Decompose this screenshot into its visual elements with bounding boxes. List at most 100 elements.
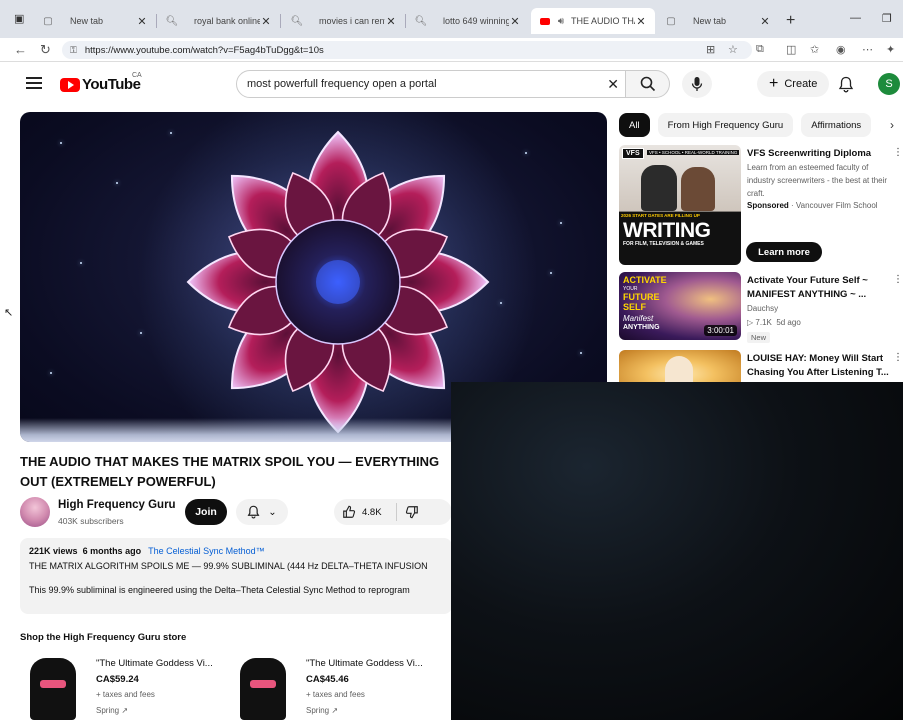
more-vert-icon[interactable]: ⋮ — [893, 274, 903, 285]
recommendation-item[interactable]: ACTIVATE YOUR FUTURE SELF Manifest ANYTH… — [619, 272, 903, 343]
advertiser-name: Vancouver Film School — [795, 201, 878, 210]
product-store[interactable]: Spring ↗ — [96, 706, 128, 715]
chip-affirmations[interactable]: Affirmations — [801, 113, 872, 137]
star — [60, 142, 62, 144]
overlay-dark-window[interactable] — [451, 382, 903, 720]
close-icon[interactable]: ✕ — [260, 15, 272, 28]
more-vert-icon[interactable]: ⋮ — [893, 147, 903, 158]
subscription-bell-button[interactable]: ⌄ — [236, 499, 288, 525]
like-count[interactable]: 4.8K — [362, 507, 382, 518]
chip-all[interactable]: All — [619, 113, 650, 137]
learn-more-button[interactable]: Learn more — [746, 242, 822, 262]
restore-icon[interactable]: ❐ — [882, 12, 892, 25]
split-screen-icon[interactable]: ◫ — [786, 43, 796, 56]
voice-search-button[interactable] — [682, 70, 712, 98]
url-text: https://www.youtube.com/watch?v=F5ag4bTu… — [84, 44, 324, 56]
more-options-icon[interactable]: ⋯ — [862, 43, 873, 56]
recommendation-item[interactable]: LOUISE HAY: Money Will Start Chasing You… — [619, 350, 903, 382]
tab-label: royal bank online banking — [194, 16, 260, 26]
speaker-icon[interactable]: 🔊︎ — [555, 15, 567, 27]
notifications-bell-icon[interactable] — [838, 76, 854, 93]
profile-icon[interactable]: ◉ — [836, 43, 846, 56]
product-image[interactable] — [20, 654, 84, 720]
tab-label: movies i can rent that — [319, 16, 385, 26]
filter-chips: All From High Frequency Guru Affirmation… — [619, 113, 872, 137]
external-link-icon: ↗ — [121, 706, 129, 715]
browser-tab-4[interactable]: 🔍︎ lotto 649 winning num ✕ — [407, 8, 529, 34]
store-name: Spring — [306, 706, 330, 715]
tab-separator — [156, 14, 157, 28]
thumbs-down-icon[interactable] — [405, 505, 419, 519]
ad-description: Learn from an esteemed faculty of indust… — [747, 163, 888, 198]
install-app-icon[interactable]: ⊞ — [706, 43, 715, 56]
new-tab-plus-icon[interactable]: + — [786, 12, 795, 30]
video-thumbnail[interactable]: ACTIVATE YOUR FUTURE SELF Manifest ANYTH… — [619, 272, 741, 340]
search-query: most powerfull frequency open a portal — [247, 78, 437, 90]
browser-tab-1[interactable]: ▢ New tab ✕ — [34, 8, 157, 34]
favorites-icon[interactable]: ✩ — [810, 43, 819, 56]
extensions-icon[interactable]: ⧉ — [756, 43, 764, 56]
bell-icon — [247, 505, 260, 519]
rec-title[interactable]: VFS Screenwriting Diploma — [747, 147, 897, 161]
back-arrow-icon[interactable]: ← — [14, 42, 27, 57]
reload-icon[interactable]: ↻ — [40, 42, 51, 58]
browser-tab-6[interactable]: ▢ New tab ✕ — [657, 8, 779, 34]
account-avatar[interactable]: S — [878, 73, 900, 95]
chevron-right-icon[interactable]: › — [890, 118, 894, 132]
product-card[interactable]: "The Ultimate Goddess Vi... CA$45.46 + t… — [230, 654, 430, 720]
star — [140, 332, 142, 334]
join-button[interactable]: Join — [185, 499, 227, 525]
product-image[interactable] — [230, 654, 294, 720]
product-card[interactable]: "The Ultimate Goddess Vi... CA$59.24 + t… — [20, 654, 220, 720]
microphone-icon — [691, 77, 703, 91]
youtube-logo[interactable]: YouTube CA — [60, 72, 142, 93]
mouse-pointer-icon: ↖ — [4, 307, 14, 319]
store-name: Spring — [96, 706, 120, 715]
thumb-sub-text: FOR FILM, TELEVISION & GAMES — [623, 241, 704, 247]
copilot-icon[interactable]: ✦ — [886, 43, 895, 56]
product-name[interactable]: "The Ultimate Goddess Vi... — [96, 658, 220, 669]
create-button[interactable]: + Create — [757, 71, 830, 97]
sponsored-label: Sponsored — [747, 201, 789, 210]
close-icon[interactable]: ✕ — [136, 15, 148, 28]
close-icon[interactable]: ✕ — [385, 15, 397, 28]
favorite-star-icon[interactable]: ☆ — [728, 43, 738, 56]
thumbs-up-icon[interactable] — [342, 505, 356, 519]
description-box[interactable]: 221K views 6 months ago The Celestial Sy… — [20, 538, 452, 614]
close-icon[interactable]: ✕ — [509, 15, 521, 28]
rec-channel[interactable]: Dauchsy — [747, 302, 778, 315]
site-info-icon[interactable]: ⚿ — [70, 45, 77, 56]
hoodie-icon — [22, 658, 84, 720]
channel-avatar[interactable] — [20, 497, 50, 527]
search-button[interactable] — [626, 70, 670, 98]
more-vert-icon[interactable]: ⋮ — [893, 352, 903, 363]
product-price: CA$45.46 — [306, 674, 349, 685]
chip-from-channel[interactable]: From High Frequency Guru — [657, 113, 794, 137]
description-hashtag[interactable]: The Celestial Sync Method™ — [148, 546, 265, 556]
product-price: CA$59.24 — [96, 674, 139, 685]
search-icon: 🔍︎ — [290, 15, 304, 27]
clear-search-icon[interactable]: ✕ — [607, 76, 619, 93]
product-name[interactable]: "The Ultimate Goddess Vi... — [306, 658, 430, 669]
tab-actions-icon[interactable]: ▣ — [14, 12, 24, 25]
browser-tab-3[interactable]: 🔍︎ movies i can rent that ✕ — [283, 8, 406, 34]
play-icon: ▷ — [747, 318, 754, 327]
ad-thumbnail[interactable]: VFS VFS • SCHOOL • REAL-WORLD TRAINING 2… — [619, 145, 741, 265]
search-input[interactable]: most powerfull frequency open a portal ✕ — [236, 70, 626, 98]
channel-name[interactable]: High Frequency Guru — [58, 499, 176, 511]
menu-icon[interactable] — [26, 77, 42, 89]
thumb-line: SELF — [623, 302, 647, 312]
tab-label: New tab — [70, 16, 104, 26]
close-icon[interactable]: ✕ — [635, 15, 647, 28]
close-icon[interactable]: ✕ — [759, 15, 771, 28]
product-store[interactable]: Spring ↗ — [306, 706, 338, 715]
rec-title[interactable]: LOUISE HAY: Money Will Start Chasing You… — [747, 352, 897, 380]
person-silhouette — [641, 165, 677, 211]
rec-title[interactable]: Activate Your Future Self ~ MANIFEST ANY… — [747, 274, 897, 302]
person-silhouette — [681, 167, 715, 211]
browser-tab-5-active[interactable]: 🔊︎ THE AUDIO THAT ✕ — [531, 8, 655, 34]
browser-tab-2[interactable]: 🔍︎ royal bank online banking ✕ — [158, 8, 281, 34]
minimize-icon[interactable]: — — [850, 12, 861, 24]
video-thumbnail[interactable] — [619, 350, 741, 382]
url-field[interactable]: ⚿ https://www.youtube.com/watch?v=F5ag4b… — [62, 41, 752, 59]
